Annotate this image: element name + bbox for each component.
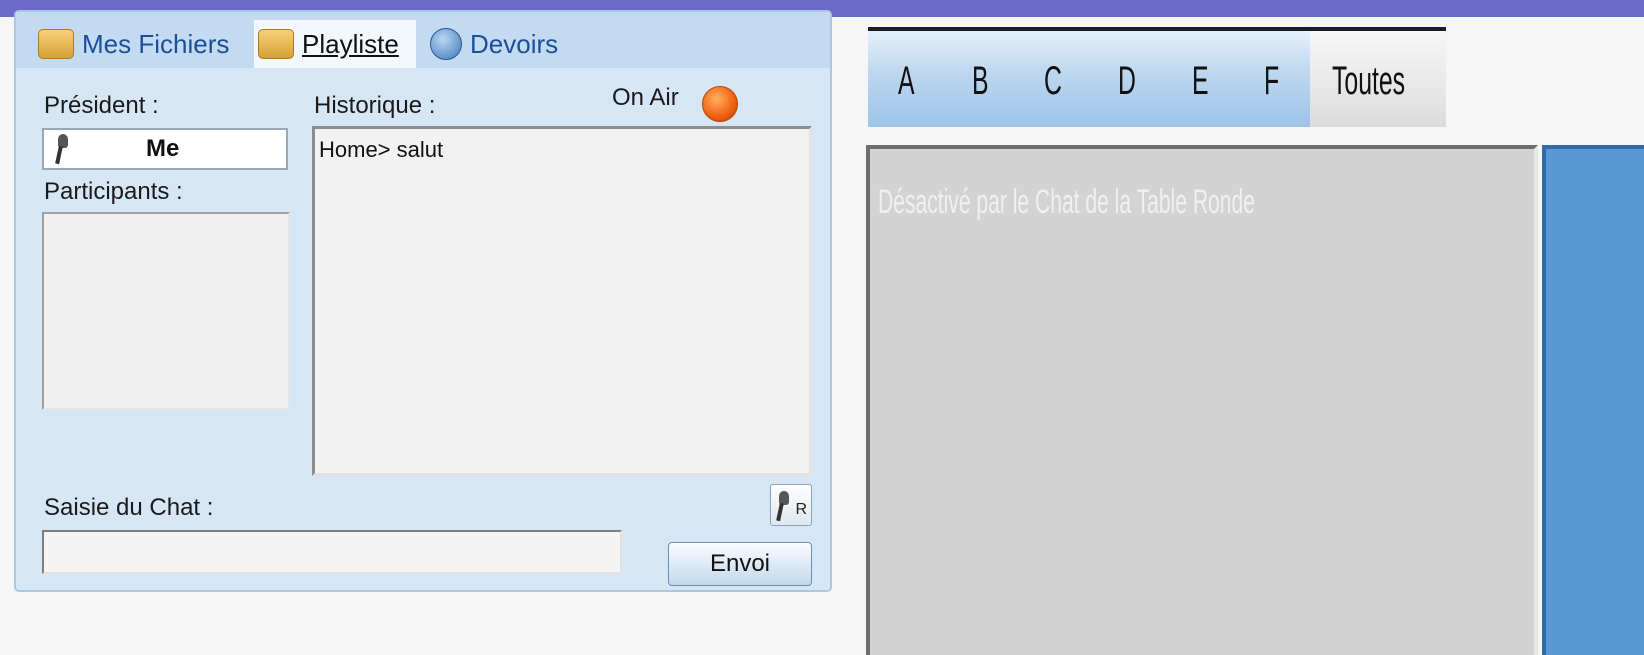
letter-filter-a[interactable]: A	[898, 59, 915, 104]
tab-playliste-label: Playliste	[302, 28, 399, 59]
tab-devoirs[interactable]: Devoirs	[430, 20, 558, 68]
letter-filter-f[interactable]: F	[1264, 59, 1279, 104]
president-field: Me	[42, 128, 288, 170]
filter-all-tab[interactable]: Toutes	[1310, 31, 1446, 127]
microphone-icon	[775, 491, 791, 521]
tab-mes-fichiers-label: Mes Fichiers	[82, 28, 230, 59]
chat-input-label: Saisie du Chat :	[44, 494, 214, 521]
microphone-icon	[54, 134, 70, 164]
letter-filter-c[interactable]: C	[1044, 59, 1062, 104]
president-name: Me	[146, 135, 180, 162]
tab-playliste[interactable]: Playliste	[254, 20, 416, 68]
folder-users-icon	[38, 29, 74, 59]
homework-icon	[430, 28, 462, 60]
history-line: Home> salut	[319, 137, 444, 162]
round-table-panel: A B C D E F Toutes Désactivé par le Chat…	[848, 17, 1644, 655]
tab-bar: Mes Fichiers Playliste Devoirs	[16, 12, 830, 68]
chat-history[interactable]: Home> salut	[312, 126, 812, 476]
letter-filter-d[interactable]: D	[1118, 59, 1136, 104]
raise-hand-button[interactable]: R	[770, 484, 812, 526]
tab-devoirs-label: Devoirs	[470, 28, 559, 59]
filter-all-label: Toutes	[1332, 59, 1406, 103]
president-label: Président :	[44, 92, 159, 119]
playlist-icon	[258, 29, 294, 59]
participants-label: Participants :	[44, 178, 183, 205]
history-label: Historique :	[314, 92, 436, 119]
chat-input[interactable]	[42, 530, 622, 574]
disabled-message: Désactivé par le Chat de la Table Ronde	[878, 183, 1255, 221]
chat-panel: Mes Fichiers Playliste Devoirs Président…	[14, 10, 832, 592]
letter-filter-e[interactable]: E	[1192, 59, 1209, 104]
letter-filter-b[interactable]: B	[972, 59, 989, 104]
disabled-chat-area: Désactivé par le Chat de la Table Ronde	[866, 145, 1538, 655]
participants-list[interactable]	[42, 212, 290, 410]
tab-mes-fichiers[interactable]: Mes Fichiers	[38, 20, 229, 68]
raise-hand-label: R	[795, 501, 807, 518]
side-panel-strip	[1542, 145, 1644, 655]
send-button[interactable]: Envoi	[668, 542, 812, 586]
letter-filter-bar: A B C D E F	[868, 31, 1310, 127]
on-air-indicator-icon	[702, 86, 738, 122]
on-air-label: On Air	[612, 84, 679, 111]
